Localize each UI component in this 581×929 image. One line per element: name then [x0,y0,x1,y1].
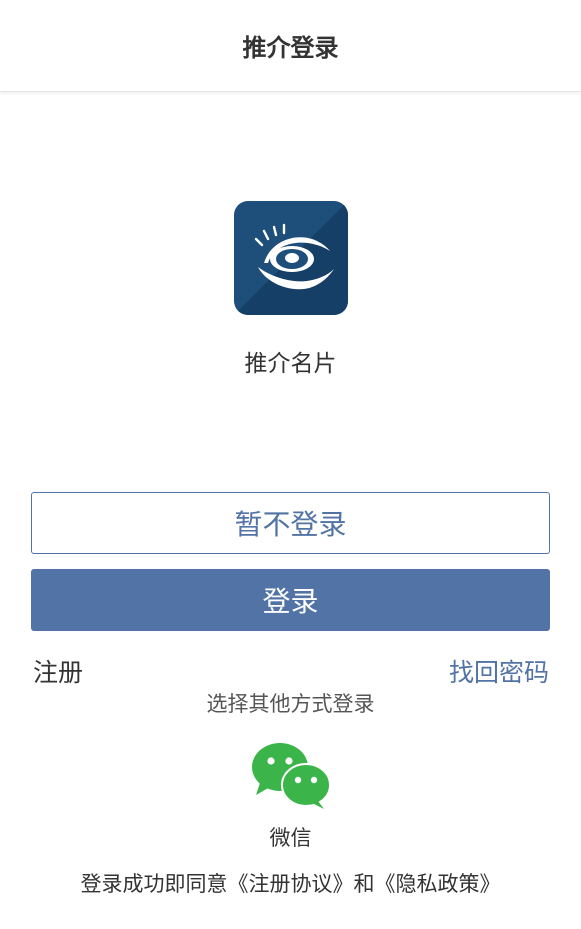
login-button[interactable]: 登录 [31,569,550,631]
eye-logo-icon [234,201,348,315]
other-login-label: 选择其他方式登录 [206,692,375,716]
page-title: 推介登录 [242,34,339,62]
wechat-login-button[interactable] [250,741,332,809]
nav-bar: 推介登录 [0,0,581,92]
wechat-label: 微信 [269,826,312,850]
app-name: 推介名片 [244,351,337,377]
agreement-text[interactable]: 登录成功即同意《注册协议》和《隐私政策》 [0,868,581,898]
register-link[interactable]: 注册 [33,653,83,689]
wechat-icon [252,743,331,809]
app-logo [234,201,348,315]
forgot-password-link[interactable]: 找回密码 [449,653,549,689]
skip-login-button[interactable]: 暂不登录 [31,492,550,554]
